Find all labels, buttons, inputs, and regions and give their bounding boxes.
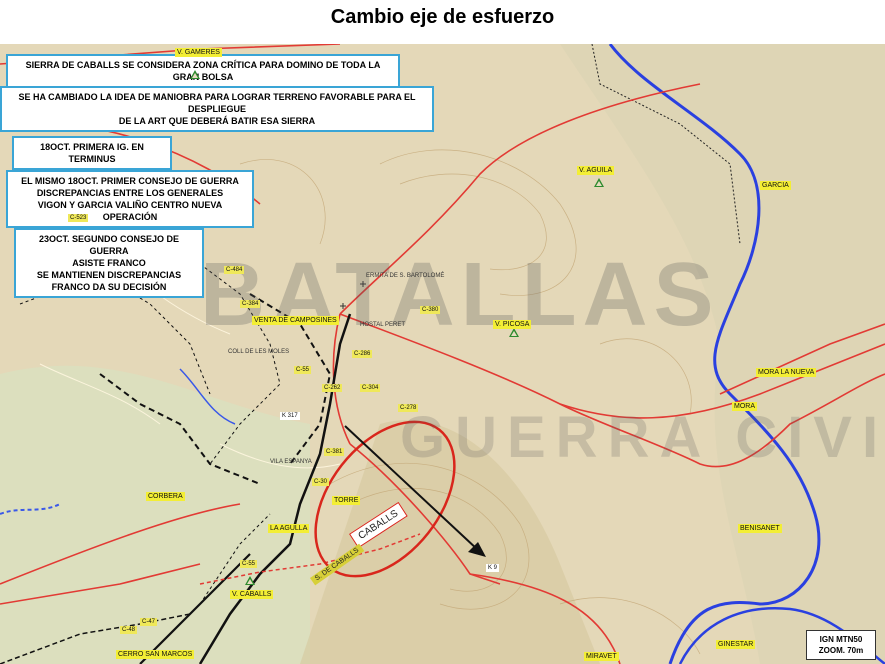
callout-18oct-ig: 18OCT. PRIMERA IG. EN TERMINUS xyxy=(12,136,172,170)
peak-icon xyxy=(509,328,519,337)
label-k317: K 317 xyxy=(280,412,300,420)
callout-text: DE LA ART QUE DEBERÁ BATIR ESA SIERRA xyxy=(118,116,316,126)
label-ermita: ERMITA DE S. BARTOLOMÉ xyxy=(366,273,445,279)
label-la-agulla: LA AGULLA xyxy=(268,524,310,533)
peak-icon xyxy=(594,178,604,187)
label-c47: C-47 xyxy=(140,618,158,626)
callout-text: SE MANTIENEN DISCREPANCIAS xyxy=(36,270,182,280)
ign-scale-box: IGN MTN50 ZOOM. 70m xyxy=(806,630,876,660)
label-c262: C-262 xyxy=(322,384,343,392)
watermark-subtitle: GUERRA CIVIL xyxy=(400,405,885,470)
label-c48: C-48 xyxy=(120,626,138,634)
label-c380: C-380 xyxy=(420,306,441,314)
label-hostal: HOSTAL PERET xyxy=(360,322,406,328)
label-garcia: GARCIA xyxy=(760,181,791,190)
callout-text: EL MISMO 18OCT. PRIMER CONSEJO DE GUERRA xyxy=(21,176,239,186)
label-v-caballs: V. CABALLS xyxy=(230,590,274,599)
label-c55-top: C-55 xyxy=(294,366,312,374)
callout-text: SIERRA DE CABALLS SE CONSIDERA ZONA CRÍT… xyxy=(25,60,381,82)
callout-primer-consejo: EL MISMO 18OCT. PRIMER CONSEJO DE GUERRA… xyxy=(6,170,254,228)
label-vila-espanya: VILA ESPANYA xyxy=(270,459,312,465)
label-cerro-san-marcos: CERRO SAN MARCOS xyxy=(116,650,195,659)
callout-text: SE HA CAMBIADO LA IDEA DE MANIOBRA PARA … xyxy=(18,92,416,114)
label-c523: C-523 xyxy=(68,214,89,222)
topographic-map[interactable]: BATALLAS GUERRA CIVIL SIERRA DE CABALLS … xyxy=(0,44,885,664)
label-c286: C-286 xyxy=(352,350,373,358)
label-venta-camposines: VENTA DE CAMPOSINES xyxy=(252,316,339,325)
callout-text: 18OCT. PRIMERA IG. EN TERMINUS xyxy=(40,142,144,164)
label-mora-la-nueva: MORA LA NUEVA xyxy=(756,368,817,377)
callout-text: DISCREPANCIAS ENTRE LOS GENERALES xyxy=(36,188,224,198)
label-ginestar: GINESTAR xyxy=(716,640,756,649)
label-v-picosa: V. PICOSA xyxy=(493,320,532,329)
watermark: BATALLAS xyxy=(200,245,720,345)
callout-idea-maniobra: SE HA CAMBIADO LA IDEA DE MANIOBRA PARA … xyxy=(0,86,434,132)
label-corbera: CORBERA xyxy=(146,492,185,501)
label-c30: C-30 xyxy=(312,478,330,486)
callout-text: FRANCO DA SU DECISIÓN xyxy=(51,282,167,292)
label-torre: TORRE xyxy=(332,496,361,505)
peak-icon xyxy=(245,576,255,585)
label-c55: C-55 xyxy=(240,560,258,568)
callout-text: 23OCT. SEGUNDO CONSEJO DE GUERRA xyxy=(38,234,180,256)
label-c384: C-384 xyxy=(240,300,261,308)
ign-line: IGN MTN50 xyxy=(819,635,863,644)
slide-title: Cambio eje de esfuerzo xyxy=(330,6,555,28)
label-c304: C-304 xyxy=(360,384,381,392)
label-v-gameres: V. GAMERES xyxy=(175,48,222,57)
callout-text: VIGON Y GARCIA VALIÑO CENTRO NUEVA OPERA… xyxy=(37,200,223,222)
label-k9: K 9 xyxy=(486,564,500,572)
label-v-aguila: V. AGUILA xyxy=(577,166,615,175)
label-coll-moles: COLL DE LES MOLES xyxy=(228,349,290,355)
ign-zoom: ZOOM. 70m xyxy=(818,646,864,655)
callout-text: ASISTE FRANCO xyxy=(72,258,146,268)
label-mora: MORA xyxy=(732,402,757,411)
label-miravet: MIRAVET xyxy=(584,652,619,661)
label-c484: C-484 xyxy=(224,266,245,274)
label-c381: C-381 xyxy=(324,448,345,456)
callout-sierra-critica: SIERRA DE CABALLS SE CONSIDERA ZONA CRÍT… xyxy=(6,54,400,88)
peak-icon xyxy=(190,70,200,79)
callout-segundo-consejo: 23OCT. SEGUNDO CONSEJO DE GUERRA ASISTE … xyxy=(14,228,204,298)
label-benisanet: BENISANET xyxy=(738,524,782,533)
label-c278: C-278 xyxy=(398,404,419,412)
